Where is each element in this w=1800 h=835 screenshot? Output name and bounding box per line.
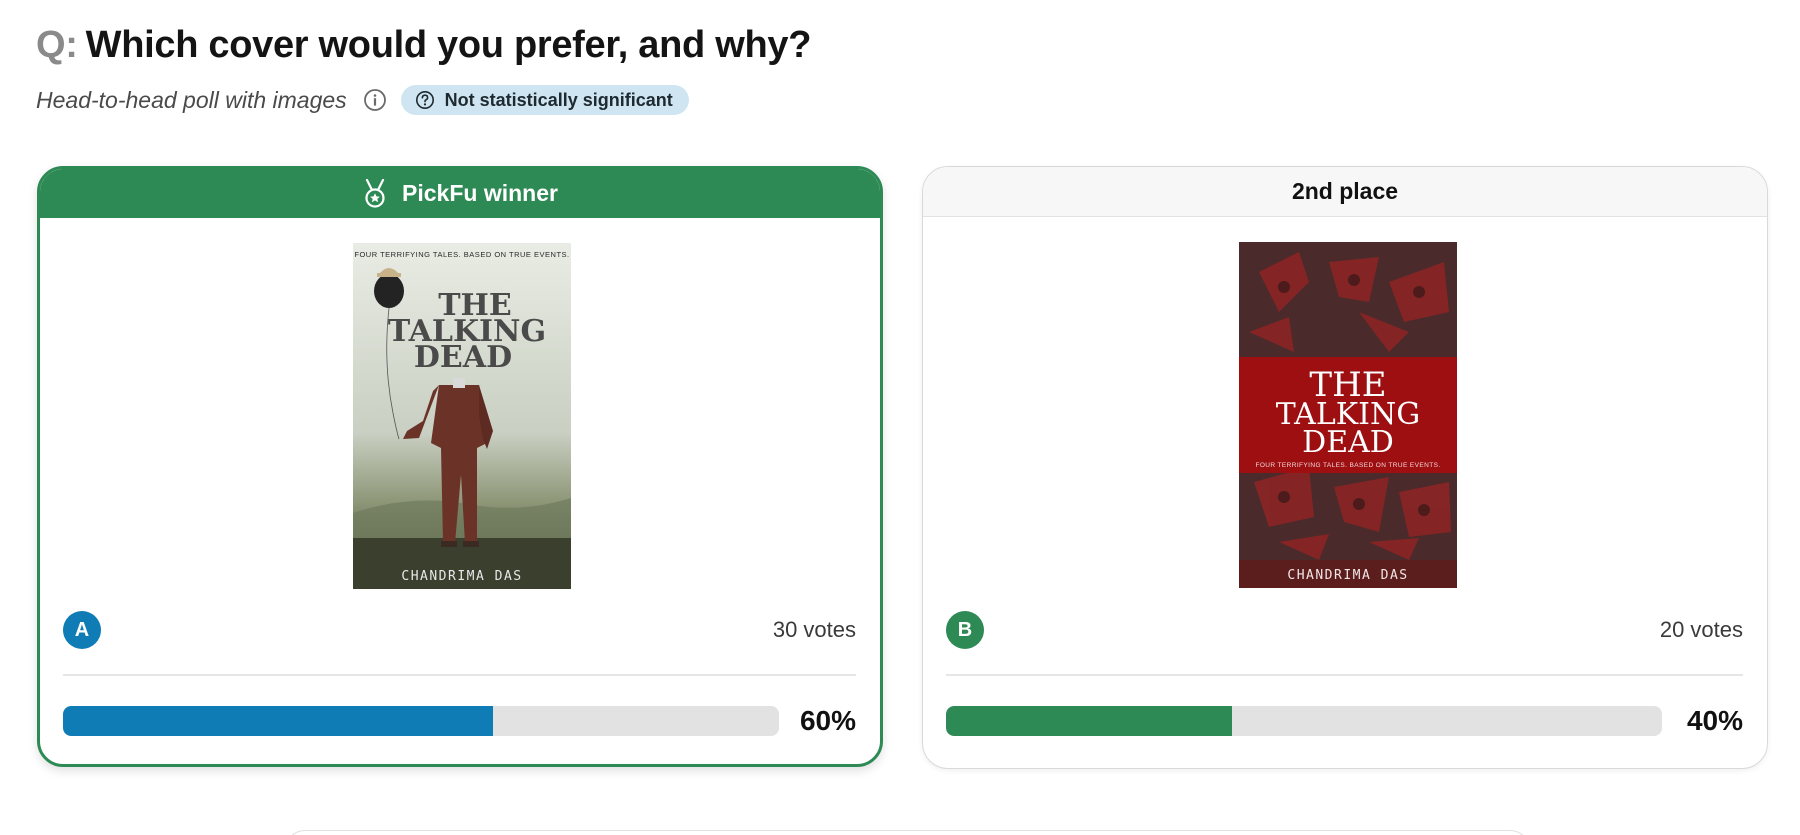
result-bar-a [63, 706, 779, 736]
result-bar-fill-a [63, 706, 493, 736]
cover-b-author: CHANDRIMA DAS [1287, 568, 1408, 583]
option-letter-a: A [63, 611, 101, 649]
poll-question: Q: Which cover would you prefer, and why? [36, 24, 811, 67]
question-prefix: Q: [36, 24, 78, 66]
option-letter-b: B [946, 611, 984, 649]
option-card-a[interactable]: PickFu winner FOUR TERRIFYING TALES. BAS… [37, 166, 883, 767]
cover-b-tagline: FOUR TERRIFYING TALES. BASED ON TRUE EVE… [1255, 462, 1440, 469]
percent-b: 40% [1686, 705, 1743, 736]
winner-header: PickFu winner [40, 169, 880, 218]
votes-count-b: 20 votes [1659, 617, 1743, 642]
result-bar-fill-b [946, 706, 1233, 736]
result-bar-b [946, 706, 1662, 736]
place-header: 2nd place [923, 167, 1767, 217]
winner-label: PickFu winner [402, 180, 558, 206]
question-circle-icon [415, 90, 435, 110]
divider [946, 674, 1743, 676]
cover-a-author: CHANDRIMA DAS [401, 569, 522, 584]
place-label: 2nd place [1291, 178, 1399, 204]
significance-label: Not statistically significant [444, 89, 673, 110]
question-text: Which cover would you prefer, and why? [85, 24, 812, 66]
cover-image-b[interactable]: THE TALKING DEAD FOUR TERRIFYING TALES. … [1239, 242, 1457, 588]
votes-count-a: 30 votes [772, 617, 856, 642]
next-section-panel [285, 830, 1530, 835]
info-circle-icon[interactable] [363, 88, 387, 112]
divider [63, 674, 856, 676]
cover-image-a[interactable]: FOUR TERRIFYING TALES. BASED ON TRUE EVE… [353, 243, 571, 589]
medal-icon [362, 178, 388, 209]
poll-type-label: Head-to-head poll with images [36, 86, 347, 113]
option-card-b[interactable]: 2nd place THE TALKING DEAD FOUR TERRIFYI… [922, 166, 1768, 769]
percent-a: 60% [799, 705, 856, 736]
poll-meta: Head-to-head poll with images Not statis… [36, 84, 689, 116]
significance-badge[interactable]: Not statistically significant [400, 85, 689, 115]
cover-a-title-line-3: DEAD [414, 340, 512, 375]
cover-b-title-line-3: DEAD [1302, 425, 1394, 460]
cover-a-tagline: FOUR TERRIFYING TALES. BASED ON TRUE EVE… [354, 250, 569, 259]
